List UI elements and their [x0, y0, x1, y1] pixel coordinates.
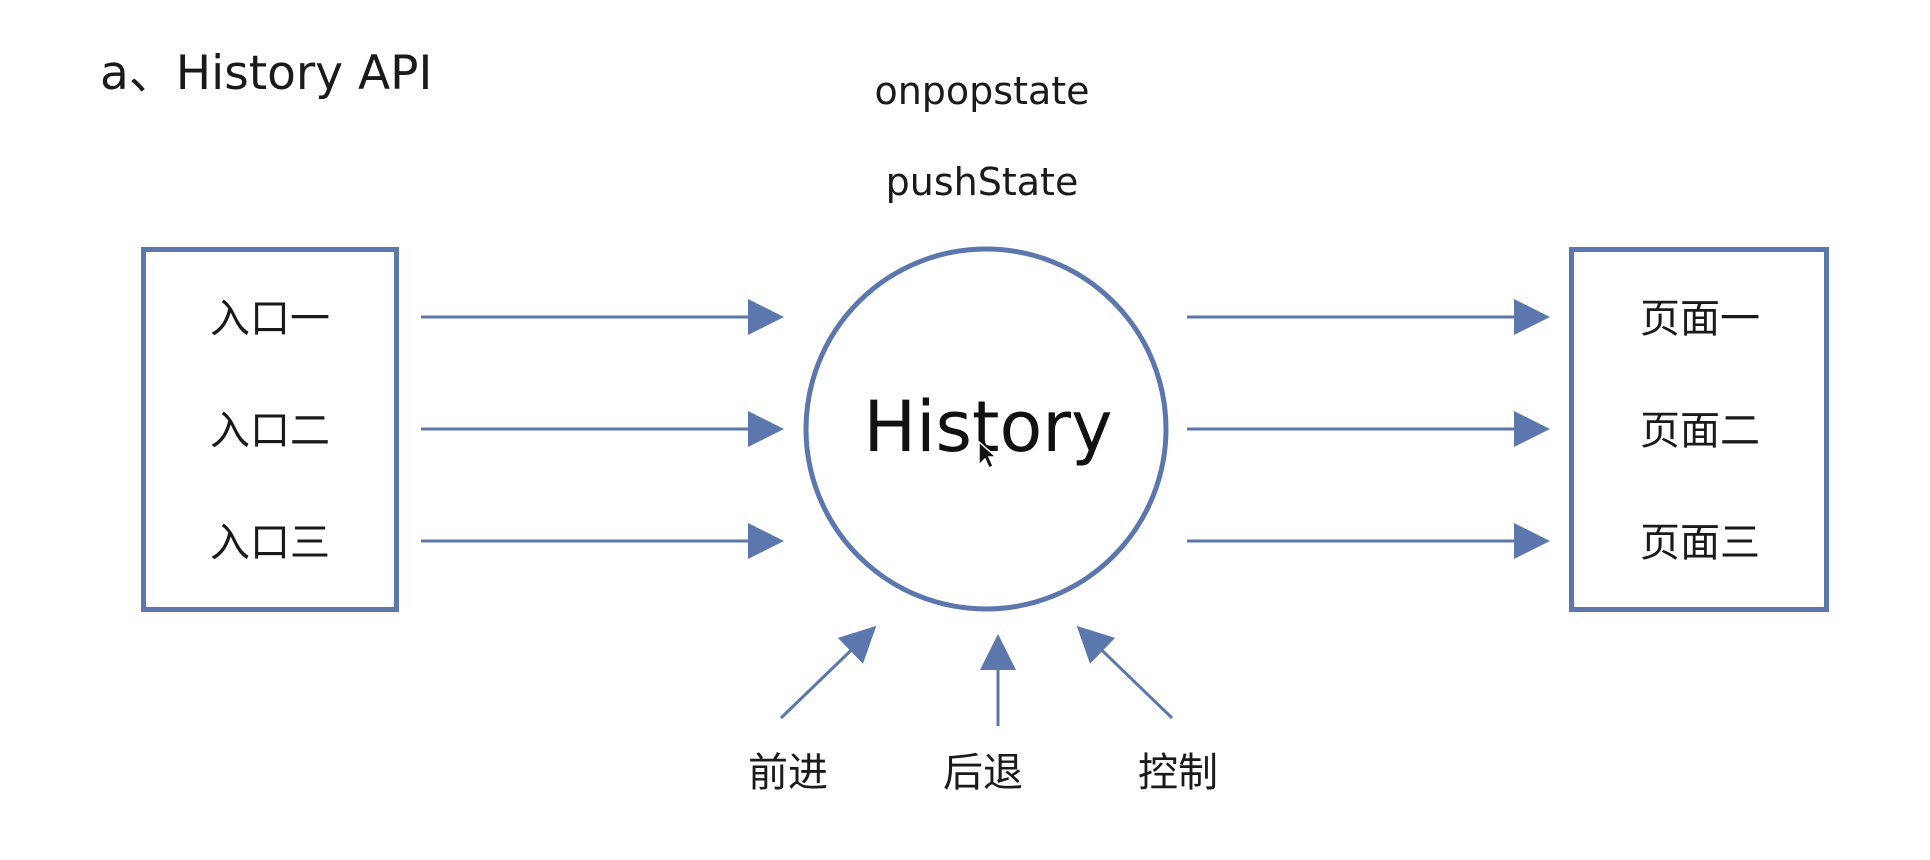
- control-label-forward: 前进: [748, 750, 828, 796]
- control-arrow-forward: [779, 625, 877, 720]
- page-label-3: 页面三: [1640, 520, 1760, 566]
- page-label-2: 页面二: [1640, 408, 1760, 454]
- control-arrow-control: [1076, 625, 1174, 720]
- control-label-control: 控制: [1138, 750, 1218, 796]
- page-label-1: 页面一: [1640, 296, 1760, 342]
- entry-label-2: 入口二: [210, 408, 330, 454]
- entry-label-3: 入口三: [210, 520, 330, 566]
- mouse-pointer-icon: [978, 441, 996, 469]
- control-label-back: 后退: [943, 750, 1023, 796]
- entry-label-1: 入口一: [210, 296, 330, 342]
